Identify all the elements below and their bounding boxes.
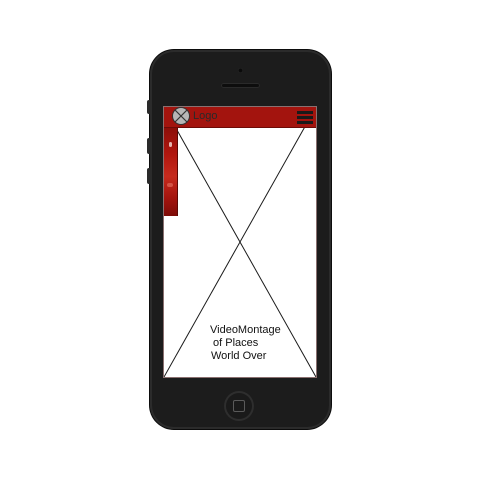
home-square-icon	[233, 400, 245, 412]
hero-caption-line3: World Over	[211, 350, 267, 362]
logo-label[interactable]: Logo	[193, 110, 217, 123]
hero-caption-line1: VideoMontage	[210, 324, 281, 336]
hero-caption: VideoMontage of Places World Over	[210, 324, 310, 363]
menu-line	[297, 116, 313, 119]
menu-line	[297, 121, 313, 124]
logo-placeholder-icon[interactable]	[172, 107, 190, 125]
volume-up-button	[147, 138, 150, 154]
header-bar: Logo	[164, 107, 316, 128]
menu-line	[297, 111, 313, 114]
canvas: Logo VideoMontage of Places World Over	[0, 0, 478, 479]
home-button[interactable]	[224, 391, 254, 421]
mute-switch	[147, 100, 150, 114]
front-camera	[238, 68, 243, 73]
side-image-strip	[164, 128, 178, 216]
volume-down-button	[147, 168, 150, 184]
hero-caption-line2: of Places	[213, 337, 259, 349]
phone-screen: Logo VideoMontage of Places World Over	[163, 106, 317, 378]
hamburger-menu-icon[interactable]	[297, 111, 313, 125]
earpiece-speaker	[221, 83, 260, 88]
